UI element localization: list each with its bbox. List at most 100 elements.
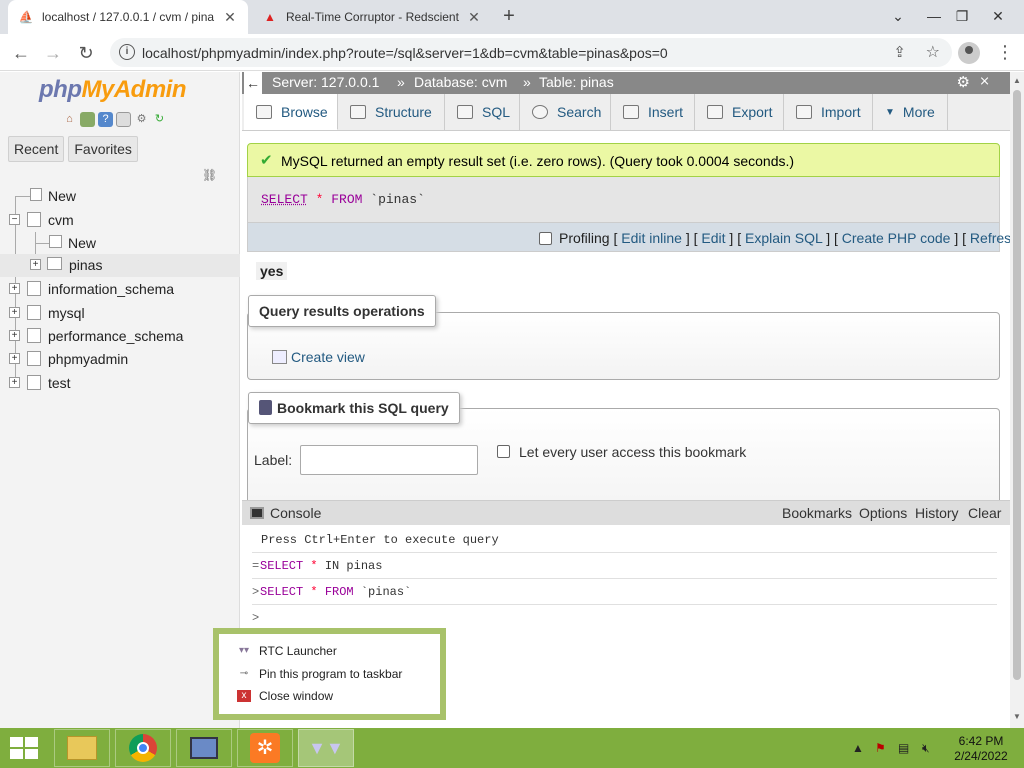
tree-label[interactable]: pinas (69, 257, 102, 273)
expand-icon[interactable]: + (9, 330, 20, 341)
site-info-icon[interactable]: i (119, 44, 135, 60)
collapse-icon[interactable]: − (9, 214, 20, 225)
start-button-windows-icon[interactable] (10, 737, 38, 759)
create-view-label[interactable]: Create view (291, 349, 365, 365)
explain-sql-link[interactable]: Explain SQL (745, 230, 822, 246)
share-icon[interactable]: ⇪ (893, 43, 906, 61)
share-bookmark-checkbox[interactable] (497, 445, 510, 458)
browser-tab-phpmyadmin[interactable]: ⛵ localhost / 127.0.0.1 / cvm / pina ✕ (8, 0, 248, 34)
close-tab-icon[interactable]: ✕ (466, 9, 482, 26)
jump-item-rtc-launcher[interactable]: ▾▾ RTC Launcher (237, 644, 337, 658)
breadcrumb-server[interactable]: Server: 127.0.0.1 (272, 74, 379, 90)
tab-import[interactable]: Import (784, 94, 873, 130)
phpmyadmin-logo[interactable]: phpMyAdmin (39, 76, 186, 104)
tree-label[interactable]: performance_schema (48, 328, 183, 344)
console-history-link[interactable]: History (915, 505, 959, 521)
tree-item-new-table[interactable]: New (0, 232, 240, 255)
profiling-checkbox[interactable] (539, 232, 552, 245)
taskbar-network-app[interactable] (176, 729, 232, 767)
recent-tab[interactable]: Recent (8, 136, 65, 162)
console-options-link[interactable]: Options (859, 505, 907, 521)
console-history-entry[interactable]: =SELECT * IN pinas (252, 559, 382, 573)
link-with-main-panel-icon[interactable]: ⛓ (202, 168, 217, 182)
reload-nav-icon[interactable]: ↻ (152, 112, 167, 127)
collapse-nav-arrow-icon[interactable]: ← (244, 72, 262, 94)
profile-avatar-icon[interactable] (958, 42, 980, 64)
tab-browse[interactable]: Browse (244, 94, 338, 130)
reload-icon[interactable]: ↻ (73, 40, 99, 66)
network-icon[interactable]: ▤ (898, 741, 909, 755)
tab-more[interactable]: ▼ More (873, 94, 948, 130)
bookmark-label-input[interactable] (300, 445, 478, 475)
new-tab-button[interactable]: + (498, 6, 520, 28)
back-arrow-icon[interactable]: ← (8, 40, 34, 66)
tree-label[interactable]: New (68, 235, 96, 251)
expand-icon[interactable]: + (9, 283, 20, 294)
system-clock[interactable]: 6:42 PM 2/24/2022 (954, 734, 1008, 764)
taskbar-rtc-launcher[interactable]: ▼▼ (298, 729, 354, 767)
browser-tab-rtc[interactable]: ▲ Real-Time Corruptor - Redscient ✕ (252, 0, 492, 34)
favorites-tab[interactable]: Favorites (68, 136, 138, 162)
tab-sql[interactable]: SQL (445, 94, 520, 130)
home-icon[interactable]: ⌂ (62, 112, 77, 127)
tree-item-cvm[interactable]: − cvm (0, 209, 240, 232)
scroll-down-icon[interactable]: ▼ (1013, 712, 1021, 721)
tree-label[interactable]: test (48, 375, 71, 391)
settings-gear-icon[interactable]: ⚙ (957, 73, 970, 91)
logout-icon[interactable] (80, 112, 95, 127)
scroll-up-icon[interactable]: ▲ (1013, 76, 1021, 85)
console-input[interactable]: > (252, 611, 260, 625)
refresh-link[interactable]: Refresh (970, 230, 1010, 246)
jump-item-pin[interactable]: ⊸ Pin this program to taskbar (237, 667, 403, 681)
collapse-icon[interactable]: ⨯ (979, 73, 990, 89)
settings-gear-icon[interactable]: ⚙ (134, 112, 149, 127)
console-title[interactable]: Console (270, 505, 321, 521)
share-bookmark-label[interactable]: Let every user access this bookmark (519, 444, 746, 460)
expand-icon[interactable]: + (9, 377, 20, 388)
close-tab-icon[interactable]: ✕ (222, 9, 238, 26)
expand-icon[interactable]: + (9, 353, 20, 364)
show-hidden-icons-icon[interactable]: ▲ (852, 741, 864, 755)
create-view-link[interactable]: Create view (272, 349, 365, 365)
create-php-code-link[interactable]: Create PHP code (842, 230, 951, 246)
console-toolbar[interactable]: Console Bookmarks Options History Clear (242, 501, 1010, 525)
taskbar-chrome[interactable] (115, 729, 171, 767)
console-history-entry[interactable]: >SELECT * FROM `pinas` (252, 585, 411, 599)
tree-item-pinas[interactable]: + pinas (0, 254, 240, 277)
help-icon[interactable]: ? (98, 112, 113, 127)
action-center-flag-icon[interactable]: ⚑ (875, 741, 886, 755)
browser-menu-icon[interactable]: ⋮ (996, 40, 1014, 64)
restore-button[interactable]: ❐ (946, 2, 978, 30)
tab-export[interactable]: Export (695, 94, 784, 130)
bookmark-star-icon[interactable]: ☆ (926, 42, 940, 62)
docs-icon[interactable] (116, 112, 131, 127)
close-window-button[interactable]: ✕ (982, 2, 1014, 30)
tree-item-new[interactable]: New (0, 185, 240, 208)
tree-label[interactable]: mysql (48, 305, 85, 321)
tab-structure[interactable]: Structure (338, 94, 445, 130)
breadcrumb-database[interactable]: Database: cvm (414, 74, 507, 90)
tree-item-phpmyadmin[interactable]: + phpmyadmin (0, 348, 240, 371)
tree-label[interactable]: information_schema (48, 281, 174, 297)
tree-item-test[interactable]: + test (0, 372, 240, 395)
volume-muted-icon[interactable]: 🔇︎ (922, 741, 930, 756)
page-scrollbar[interactable]: ▲ ▼ (1010, 72, 1024, 728)
tree-item-performance-schema[interactable]: + performance_schema (0, 325, 240, 348)
expand-icon[interactable]: + (30, 259, 41, 270)
edit-link[interactable]: Edit (701, 230, 725, 246)
tab-insert[interactable]: Insert (611, 94, 695, 130)
console-bookmarks-link[interactable]: Bookmarks (782, 505, 852, 521)
tree-item-information-schema[interactable]: + information_schema (0, 278, 240, 301)
breadcrumb-table[interactable]: Table: pinas (539, 74, 614, 90)
forward-arrow-icon[interactable]: → (40, 40, 66, 66)
sql-keyword[interactable]: SELECT (261, 192, 308, 207)
url-field[interactable]: i localhost/phpmyadmin/index.php?route=/… (110, 38, 952, 67)
edit-inline-link[interactable]: Edit inline (621, 230, 682, 246)
tree-label[interactable]: phpmyadmin (48, 351, 128, 367)
scroll-thumb[interactable] (1013, 90, 1021, 680)
url-text[interactable]: localhost/phpmyadmin/index.php?route=/sq… (142, 45, 668, 61)
console-clear-link[interactable]: Clear (968, 505, 1001, 521)
jump-item-close[interactable]: x Close window (237, 689, 333, 703)
tab-search-icon[interactable]: ⌄ (882, 2, 914, 30)
tab-search[interactable]: Search (520, 94, 611, 130)
